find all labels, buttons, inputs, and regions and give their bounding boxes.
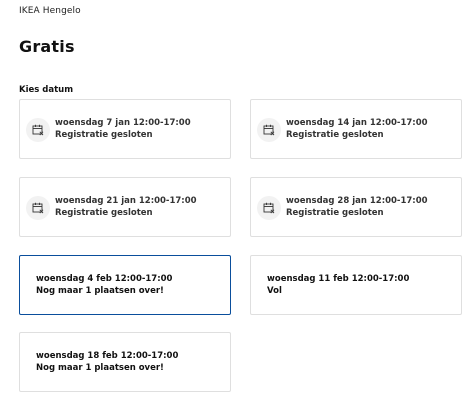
slot-date: woensdag 7 jan 12:00-17:00 [55, 118, 191, 128]
slot-status: Registratie gesloten [55, 208, 153, 218]
slot-date: woensdag 11 feb 12:00-17:00 [267, 274, 410, 284]
slot-status: Registratie gesloten [286, 208, 384, 218]
slot-date: woensdag 28 jan 12:00-17:00 [286, 196, 428, 206]
date-slot-18-feb[interactable]: woensdag 18 feb 12:00-17:00 Nog maar 1 p… [19, 332, 231, 392]
slot-status: Vol [267, 286, 282, 296]
date-slot-7-jan[interactable]: woensdag 7 jan 12:00-17:00 Registratie g… [19, 99, 231, 159]
date-slot-28-jan[interactable]: woensdag 28 jan 12:00-17:00 Registratie … [250, 177, 462, 237]
calendar-closed-icon [26, 118, 50, 142]
slot-date: woensdag 14 jan 12:00-17:00 [286, 118, 428, 128]
slot-date: woensdag 18 feb 12:00-17:00 [36, 351, 179, 361]
choose-date-label: Kies datum [19, 85, 74, 95]
date-slot-21-jan[interactable]: woensdag 21 jan 12:00-17:00 Registratie … [19, 177, 231, 237]
slot-status: Registratie gesloten [55, 130, 153, 140]
slot-status: Registratie gesloten [286, 130, 384, 140]
slot-status: Nog maar 1 plaatsen over! [36, 286, 164, 296]
calendar-closed-icon [257, 196, 281, 220]
price-title: Gratis [19, 37, 75, 56]
date-slot-14-jan[interactable]: woensdag 14 jan 12:00-17:00 Registratie … [250, 99, 462, 159]
calendar-closed-icon [257, 118, 281, 142]
store-name: IKEA Hengelo [19, 6, 81, 16]
calendar-closed-icon [26, 196, 50, 220]
date-slot-11-feb[interactable]: woensdag 11 feb 12:00-17:00 Vol [250, 255, 462, 315]
slot-date: woensdag 21 jan 12:00-17:00 [55, 196, 197, 206]
date-slot-4-feb[interactable]: woensdag 4 feb 12:00-17:00 Nog maar 1 pl… [19, 255, 231, 315]
slot-status: Nog maar 1 plaatsen over! [36, 363, 164, 373]
slot-date: woensdag 4 feb 12:00-17:00 [36, 274, 173, 284]
